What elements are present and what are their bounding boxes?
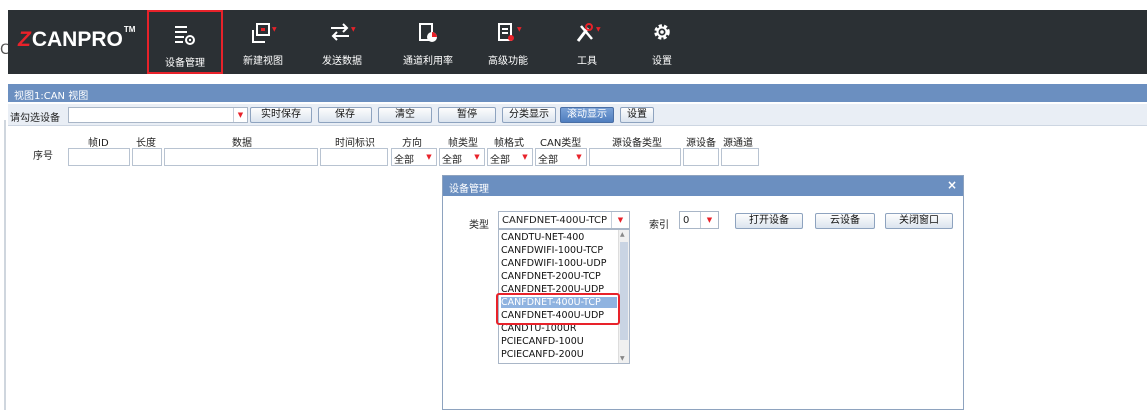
chevron-down-icon: ▼ [426,153,432,161]
col-timestamp: 时间标识 [335,138,375,149]
toolbar-label: 设置 [652,56,672,67]
dropdown-option[interactable]: PCIECANFD-100U [501,336,617,347]
tools-button[interactable]: ▼ 工具 [549,10,625,74]
dialog-title: 设备管理 [449,184,489,195]
device-manage-icon [175,26,195,45]
channel-usage-button[interactable]: 通道利用率 [390,10,466,74]
svg-text:▼: ▼ [517,26,522,33]
index-select[interactable]: 0 ▼ [679,211,719,229]
device-manage-dialog: 设备管理 × 类型 CANFDNET-400U-TCP ▼ 索引 0 ▼ 打开设… [442,175,964,410]
new-view-button[interactable]: ▼ 新建视图 [225,10,301,74]
filter-timestamp[interactable] [320,148,388,166]
filter-data[interactable] [164,148,318,166]
toolbar-label: 高级功能 [488,56,528,67]
filter-length[interactable] [132,148,162,166]
col-length: 长度 [136,138,156,149]
filter-src-dev[interactable] [683,148,719,166]
send-data-icon: ▼ [331,23,356,41]
settings-button[interactable]: 设置 [624,10,700,74]
classify-display-button[interactable]: 分类显示 [502,107,556,123]
toolbar-label: 通道利用率 [403,56,453,67]
svg-text:▼: ▼ [272,26,277,33]
pause-button[interactable]: 暂停 [438,107,496,123]
type-label: 类型 [469,220,489,231]
filter-value: 全部 [538,155,558,166]
filter-value: 全部 [442,155,462,166]
filter-direction[interactable]: 全部 ▼ [391,148,437,166]
dropdown-option[interactable]: CANFDWIFI-100U-UDP [501,258,617,269]
app-logo: ZCANPROTM [18,25,136,51]
dropdown-option[interactable]: CANFDNET-200U-TCP [501,271,617,282]
filter-value: 全部 [394,155,414,166]
col-direction: 方向 [402,138,422,149]
col-data: 数据 [232,138,252,149]
app-window: C ZCANPROTM 设备管理 ▼ 新建视图 ▼ 发送数据 通道利用率 ▼ 高… [0,0,1147,410]
clear-button[interactable]: 清空 [378,107,432,123]
highlight-box [496,293,620,325]
save-button[interactable]: 保存 [318,107,372,123]
scroll-thumb[interactable] [620,242,628,340]
col-can-type: CAN类型 [540,138,582,149]
left-strip: C [0,10,10,410]
channel-usage-icon [419,23,437,42]
scroll-display-button[interactable]: 滚动显示 [560,107,614,123]
close-window-button[interactable]: 关闭窗口 [885,213,953,229]
toolbar-label: 工具 [577,56,597,67]
col-src-channel: 源通道 [723,138,753,149]
view-title-bar: 视图1:CAN 视图 [8,84,1147,102]
filter-src-dev-type[interactable] [589,148,681,166]
chevron-down-icon: ▼ [700,212,718,228]
col-frame-format: 帧格式 [494,138,524,149]
dropdown-option[interactable]: PCIECANFD-200U [501,349,617,360]
chevron-down-icon: ▼ [522,153,528,161]
dropdown-option[interactable]: CANFDWIFI-100U-TCP [501,245,617,256]
main-toolbar: ZCANPROTM 设备管理 ▼ 新建视图 ▼ 发送数据 通道利用率 ▼ 高级功… [8,10,1147,74]
filter-can-type[interactable]: 全部 ▼ [535,148,587,166]
send-data-button[interactable]: ▼ 发送数据 [304,10,380,74]
col-frame-id: 帧ID [88,138,109,149]
device-type-select[interactable]: CANFDNET-400U-TCP ▼ [498,211,630,229]
cloud-device-button[interactable]: 云设备 [815,213,875,229]
realtime-save-button[interactable]: 实时保存 [250,107,312,123]
settings-small-button[interactable]: 设置 [620,107,654,123]
filter-frame-type[interactable]: 全部 ▼ [439,148,485,166]
scroll-down-icon[interactable]: ▼ [620,355,625,362]
new-view-icon: ▼ [252,23,277,43]
svg-text:▼: ▼ [351,26,356,33]
dropdown-option[interactable]: CANDTU-NET-400 [501,232,617,243]
close-icon[interactable]: × [947,178,957,192]
col-src-dev: 源设备 [686,138,716,149]
device-manage-button[interactable]: 设备管理 [147,10,223,74]
col-src-dev-type: 源设备类型 [612,138,662,149]
chevron-down-icon: ▼ [474,153,480,161]
filter-src-channel[interactable] [721,148,759,166]
index-value: 0 [683,215,690,226]
device-type-value: CANFDNET-400U-TCP [502,215,607,226]
open-device-button[interactable]: 打开设备 [735,213,803,229]
device-row: 请勾选设备 ▼ 实时保存 保存 清空 暂停 分类显示 滚动显示 设置 [8,104,1147,126]
filter-value: 全部 [490,155,510,166]
chevron-down-icon: ▼ [611,212,629,228]
dialog-title-bar: 设备管理 × [443,176,963,196]
toolbar-label: 发送数据 [322,56,362,67]
tools-icon: ▼ [576,23,601,42]
device-select[interactable]: ▼ [68,107,248,123]
advanced-icon: ▼ [498,23,522,41]
chevron-down-icon: ▼ [233,108,247,122]
col-frame-type: 帧类型 [448,138,478,149]
filter-frame-format[interactable]: 全部 ▼ [487,148,533,166]
index-label: 索引 [649,220,669,231]
toolbar-label: 新建视图 [243,56,283,67]
chevron-down-icon: ▼ [576,153,582,161]
svg-text:▼: ▼ [596,26,601,33]
settings-gear-icon [654,24,670,40]
toolbar-label: 设备管理 [165,58,205,69]
filter-frame-id[interactable] [68,148,130,166]
edge-divider [4,120,6,410]
select-device-label: 请勾选设备 [10,113,60,124]
advanced-button[interactable]: ▼ 高级功能 [470,10,546,74]
col-seq: 序号 [33,151,53,162]
scroll-up-icon[interactable]: ▲ [620,231,625,238]
